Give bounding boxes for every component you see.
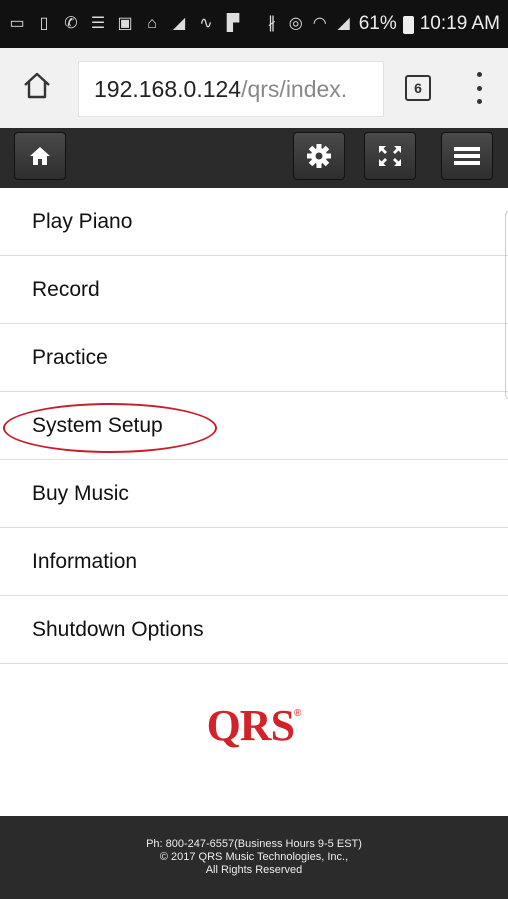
menu-item-information[interactable]: Information	[0, 528, 508, 596]
notification-icons: ▭ ▯ ✆ ☰ ▣ ⌂ ◢ ∿ ▛	[8, 15, 263, 33]
menu-item-record[interactable]: Record	[0, 256, 508, 324]
menu-button[interactable]	[441, 132, 493, 180]
wifi-icon: ◠	[312, 15, 327, 32]
footer-phone: Ph: 800-247-6557(Business Hours 9-5 EST)	[146, 837, 362, 850]
status-right: ∦ ◎ ◠ ◢ 61% 10:19 AM	[263, 13, 500, 35]
expand-icon	[379, 146, 401, 166]
menu-item-shutdown-options[interactable]: Shutdown Options	[0, 596, 508, 664]
phone-icon: ✆	[64, 15, 78, 32]
bluetooth-icon: ∦	[267, 15, 276, 32]
alarm-icon: ◎	[288, 15, 303, 32]
notes-icon: ☰	[90, 15, 106, 32]
gear-icon	[307, 144, 331, 168]
footer: Ph: 800-247-6557(Business Hours 9-5 EST)…	[0, 816, 508, 899]
settings-button[interactable]	[293, 132, 345, 180]
cell-signal-icon: ◢	[337, 15, 350, 32]
app-toolbar	[0, 128, 508, 188]
menu-item-practice[interactable]: Practice	[0, 324, 508, 392]
hamburger-icon	[454, 147, 480, 165]
flipboard-icon: ▛	[226, 15, 240, 32]
footer-copyright: © 2017 QRS Music Technologies, Inc.,	[159, 850, 349, 863]
fitness-icon: ∿	[199, 15, 213, 32]
status-bar: ▭ ▯ ✆ ☰ ▣ ⌂ ◢ ∿ ▛ ∦ ◎ ◠ ◢ 61% 10:19 AM	[0, 0, 508, 48]
battery-percent: 61%	[358, 13, 397, 34]
signal-strength-icon: ◢	[172, 15, 186, 32]
photo-icon: ▣	[117, 15, 133, 32]
messages-icon: ▭	[9, 15, 25, 32]
url-path: /qrs/index.	[241, 75, 348, 102]
browser-menu-icon[interactable]	[474, 72, 484, 104]
menu-item-system-setup[interactable]: System Setup	[0, 392, 508, 460]
main-menu: Play Piano Record Practice System Setup …	[0, 188, 508, 664]
home-button[interactable]	[14, 132, 66, 180]
battery-icon	[402, 16, 414, 34]
menu-item-buy-music[interactable]: Buy Music	[0, 460, 508, 528]
footer-rights: All Rights Reserved	[205, 864, 303, 877]
menu-item-play-piano[interactable]: Play Piano	[0, 188, 508, 256]
url-field[interactable]: 192.168.0.124/qrs/index.	[78, 61, 384, 117]
tab-switcher-button[interactable]: 6	[405, 75, 431, 101]
browser-home-icon[interactable]	[22, 70, 52, 100]
home-icon	[30, 147, 50, 165]
registered-mark: ®	[294, 708, 302, 719]
logo-text: QRS	[206, 701, 295, 750]
fullscreen-button[interactable]	[364, 132, 416, 180]
browser-url-bar: 192.168.0.124/qrs/index. 6	[0, 48, 508, 128]
clock: 10:19 AM	[419, 13, 500, 34]
home-icon: ⌂	[147, 15, 157, 32]
url-host: 192.168.0.124	[94, 75, 242, 102]
qrs-logo: QRS®	[0, 700, 508, 751]
voicemail-icon: ▯	[39, 15, 49, 32]
